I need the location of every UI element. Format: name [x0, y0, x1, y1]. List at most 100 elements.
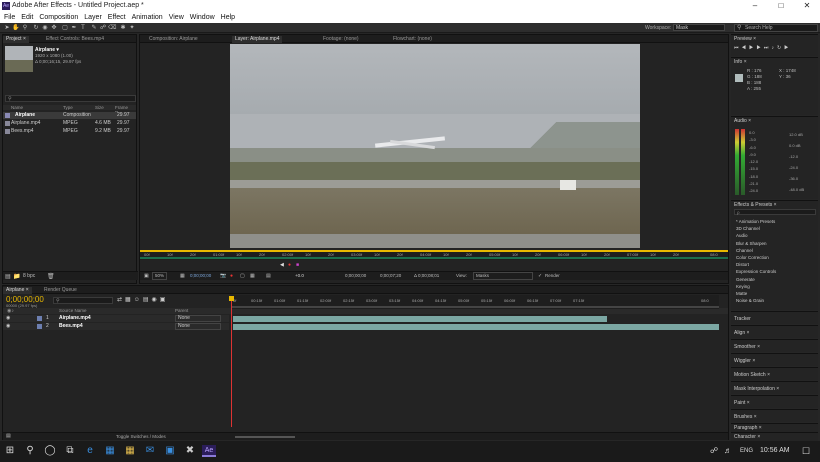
show-channel-icon[interactable]: ● [230, 272, 233, 280]
video-frame[interactable] [230, 44, 640, 248]
zoom-tool-icon[interactable]: ⚲ [21, 24, 29, 32]
list-item[interactable]: 3D Channel [736, 225, 776, 232]
previous-frame-icon[interactable]: ◀ [280, 262, 284, 268]
table-row[interactable]: ◉ 2 Bees.mp4 None [3, 323, 229, 330]
layer-name[interactable]: Airplane.mp4 [59, 315, 91, 322]
keyboard-language[interactable]: ENG [740, 448, 753, 454]
region-of-interest-icon[interactable]: ▢ [240, 272, 245, 280]
menu-file[interactable]: File [4, 14, 15, 21]
menu-layer[interactable]: Layer [84, 14, 102, 21]
camera-tool-icon[interactable]: ◉ [41, 24, 49, 32]
list-item[interactable]: Expression Controls [736, 268, 776, 275]
cti-handle-icon[interactable] [229, 296, 234, 301]
snapshot-icon[interactable]: 📷 [220, 272, 226, 280]
task-view-icon[interactable]: ⧉ [64, 445, 76, 457]
list-item[interactable]: * Animation Presets [736, 218, 776, 225]
list-item[interactable]: Generate [736, 276, 776, 283]
tab-flowchart[interactable]: Flowchart: (none) [390, 36, 435, 43]
layer-name[interactable]: Bees.mp4 [59, 323, 83, 330]
first-frame-icon[interactable]: ⏮ [734, 45, 742, 51]
list-item[interactable]: Distort [736, 261, 776, 268]
parent-dropdown[interactable]: None [175, 315, 221, 322]
column-name[interactable]: Name [11, 105, 23, 110]
interpret-footage-icon[interactable]: ▤ [5, 273, 11, 280]
column-source-name[interactable]: Source Name [59, 308, 87, 313]
close-icon[interactable]: ✕ [796, 1, 818, 11]
bit-depth-label[interactable]: 8 bpc [23, 273, 35, 279]
layer-bar-airplane[interactable] [233, 316, 607, 322]
notifications-icon[interactable]: ☐ [800, 445, 812, 457]
time-ruler[interactable]: 00f 10f 20f 01:00f 10f 20f 02:00f 10f 20… [140, 250, 728, 260]
windows-start-icon[interactable]: ⊞ [4, 445, 16, 457]
expand-layer-icon[interactable]: ▤ [6, 433, 11, 439]
tab-footage[interactable]: Footage: (none) [320, 36, 362, 43]
rotate-tool-icon[interactable]: ↻ [32, 24, 40, 32]
clone-tool-icon[interactable]: ☍ [99, 24, 107, 32]
menu-composition[interactable]: Composition [39, 14, 78, 21]
toggle-switches-modes-button[interactable]: Toggle Switches / Modes [116, 434, 166, 439]
list-item[interactable]: Airplane.mp4 MPEG 4.6 MB 29.97 [3, 120, 136, 127]
hand-tool-icon[interactable]: ✋ [12, 24, 20, 32]
always-preview-icon[interactable]: ▣ [144, 272, 149, 280]
list-item[interactable]: Matte [736, 290, 776, 297]
visibility-icon[interactable]: ◉ [6, 315, 10, 322]
menu-edit[interactable]: Edit [21, 14, 33, 21]
render-checkbox-icon[interactable]: ✓ [538, 272, 542, 280]
puppet-tool-icon[interactable]: ✦ [128, 24, 136, 32]
eraser-tool-icon[interactable]: ⌫ [108, 24, 116, 32]
tab-effect-controls[interactable]: Effect Controls: Bees.mp4 [43, 36, 107, 43]
parent-dropdown[interactable]: None [175, 323, 221, 330]
column-size[interactable]: Size [95, 105, 104, 110]
timeline-search-input[interactable]: ⚲ [53, 297, 113, 304]
new-folder-icon[interactable]: 📁 [13, 273, 20, 280]
exposure-value[interactable]: +0.0 [295, 272, 304, 280]
shy-icon[interactable]: ☺ [134, 297, 143, 303]
zoom-slider[interactable] [235, 436, 295, 438]
list-item[interactable]: Channel [736, 247, 776, 254]
view-options-icon[interactable]: ▤ [266, 272, 271, 280]
cortana-icon[interactable]: ◯ [44, 445, 56, 457]
selection-tool-icon[interactable]: ➤ [3, 24, 11, 32]
effects-title[interactable]: Effects & Presets × [734, 202, 777, 208]
motion-blur-icon[interactable]: ◉ [152, 297, 160, 303]
pen-tool-icon[interactable]: ✒ [70, 24, 78, 32]
search-help-input[interactable]: Search Help [734, 24, 818, 32]
tab-project[interactable]: Project × [3, 36, 29, 43]
view-dropdown[interactable]: Masks [473, 272, 533, 280]
menu-animation[interactable]: Animation [132, 14, 163, 21]
prev-frame-icon[interactable]: ◀ [742, 45, 749, 51]
list-item[interactable]: Bees.mp4 MPEG 9.2 MB 29.97 [3, 128, 136, 135]
current-time-indicator[interactable] [231, 297, 232, 427]
table-row[interactable]: ◉ 1 Airplane.mp4 None [3, 315, 229, 322]
photos-icon[interactable]: ▣ [164, 445, 176, 457]
project-search-input[interactable]: ⚲ [5, 95, 136, 102]
record-icon[interactable]: ● [288, 262, 291, 268]
grid-icon[interactable]: ▦ [180, 272, 185, 280]
rectangle-tool-icon[interactable]: ▢ [61, 24, 69, 32]
current-time-display[interactable]: 0;00;00;00 [190, 272, 211, 280]
pan-behind-tool-icon[interactable]: ✥ [50, 24, 58, 32]
tab-layer[interactable]: Layer: Airplane.mp4 [232, 36, 283, 43]
audio-title[interactable]: Audio × [734, 118, 751, 124]
in-point[interactable]: 0;00;00;00 [345, 272, 366, 280]
roto-brush-tool-icon[interactable]: ✱ [119, 24, 127, 32]
tab-composition[interactable]: Composition: Airplane [146, 36, 201, 43]
label-color-icon[interactable] [37, 324, 42, 329]
timeline-ruler[interactable]: 0f 00:15f 01:00f 01:15f 02:00f 02:15f 03… [231, 295, 719, 309]
list-item[interactable]: Audio [736, 232, 776, 239]
frame-blending-icon[interactable]: ▤ [143, 297, 152, 303]
store-icon[interactable]: ▦ [104, 445, 116, 457]
ram-preview-icon[interactable]: ▶ [784, 45, 791, 51]
effects-search-input[interactable]: ρ [734, 209, 816, 215]
file-explorer-icon[interactable]: ▦ [124, 445, 136, 457]
draft-3d-icon[interactable]: ▦ [125, 297, 134, 303]
tab-render-queue[interactable]: Render Queue [41, 287, 80, 294]
comp-mini-flowchart-icon[interactable]: ⇄ [117, 297, 125, 303]
list-item[interactable]: Airplane Composition 29.97 [3, 112, 136, 119]
maximize-icon[interactable]: □ [770, 1, 792, 11]
volume-icon[interactable]: ♬ [722, 445, 734, 457]
edge-icon[interactable]: e [84, 445, 96, 457]
search-icon[interactable]: ⚲ [24, 445, 36, 457]
tab-timeline-airplane[interactable]: Airplane × [3, 287, 32, 294]
clock[interactable]: 10:56 AM [760, 447, 790, 454]
